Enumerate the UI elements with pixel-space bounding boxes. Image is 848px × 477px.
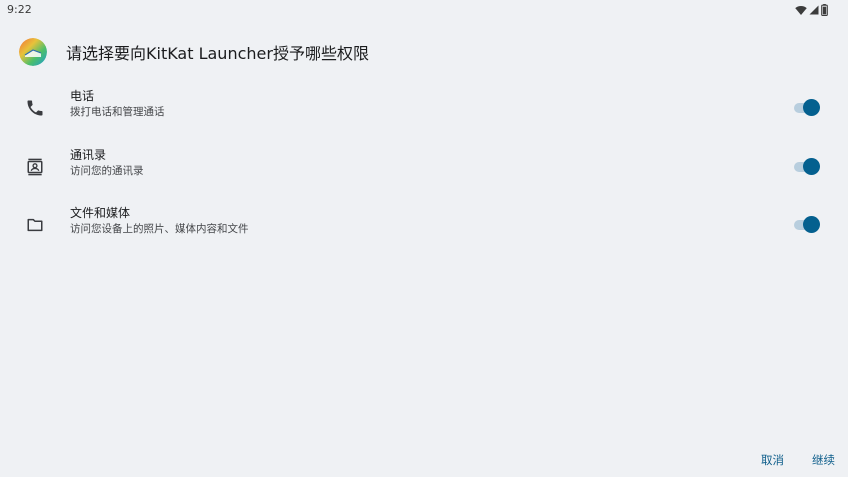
permission-row-phone[interactable]: 电话 拨打电话和管理通话 [0,80,848,136]
permission-toggle-contacts[interactable] [794,157,820,177]
status-time: 9:22 [7,3,32,16]
dialog-header: 请选择要向KitKat Launcher授予哪些权限 [19,38,369,66]
permission-toggle-phone[interactable] [794,98,820,118]
status-bar: 9:22 [0,0,848,20]
permission-row-contacts[interactable]: 通讯录 访问您的通讯录 [0,139,848,195]
kitkat-launcher-app-icon [19,38,47,66]
permission-text-phone: 电话 拨打电话和管理通话 [70,88,165,120]
permission-subtitle: 访问您设备上的照片、媒体内容和文件 [70,223,249,235]
toggle-thumb [803,158,820,175]
status-icons [795,4,828,16]
cancel-button[interactable]: 取消 [759,450,786,470]
folder-icon [25,215,45,235]
permission-row-files[interactable]: 文件和媒体 访问您设备上的照片、媒体内容和文件 [0,197,848,253]
signal-icon [809,5,819,15]
permission-toggle-files[interactable] [794,215,820,235]
wifi-icon [795,5,807,15]
continue-button[interactable]: 继续 [810,450,837,470]
permission-subtitle: 访问您的通讯录 [70,165,144,177]
permission-title: 电话 [70,89,95,103]
toggle-thumb [803,99,820,116]
permission-subtitle: 拨打电话和管理通话 [70,106,165,118]
permission-text-files: 文件和媒体 访问您设备上的照片、媒体内容和文件 [70,205,249,237]
toggle-thumb [803,216,820,233]
permission-title: 通讯录 [70,148,107,162]
battery-icon [821,4,828,16]
permission-text-contacts: 通讯录 访问您的通讯录 [70,147,144,179]
dialog-title: 请选择要向KitKat Launcher授予哪些权限 [66,44,369,63]
contacts-icon [25,157,45,177]
permission-screen: 9:22 请选择要向KitKat Launcher授予哪些权限 电话 拨打电话和… [0,0,848,477]
permission-title: 文件和媒体 [70,206,131,220]
phone-icon [25,98,45,118]
